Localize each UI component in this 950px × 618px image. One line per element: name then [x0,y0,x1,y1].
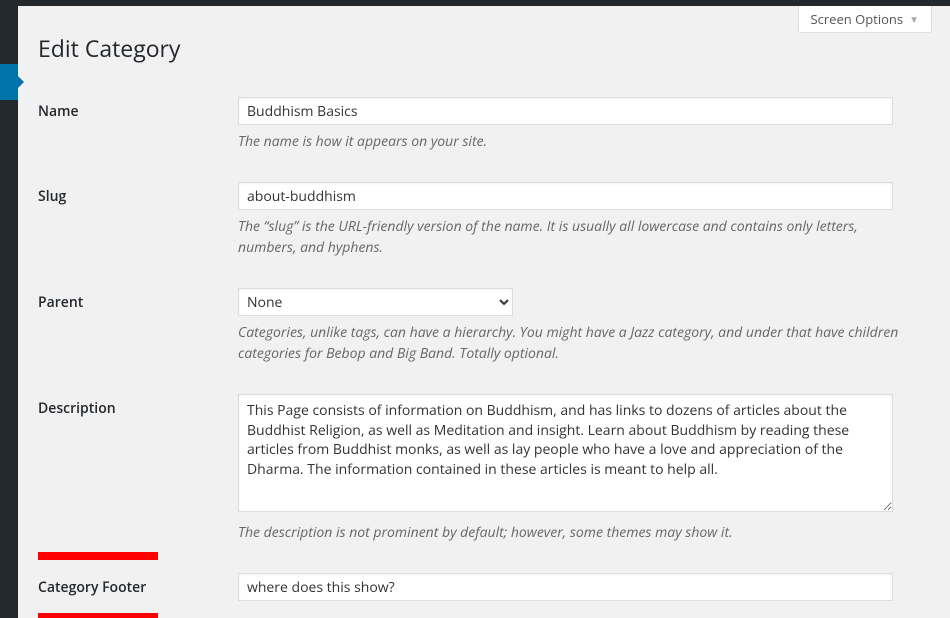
name-label: Name [38,82,238,167]
highlight-bar-bottom [38,613,158,618]
highlight-bar-top [38,552,158,560]
slug-input[interactable] [238,182,893,210]
parent-description: Categories, unlike tags, can have a hier… [238,322,918,364]
description-label: Description [38,379,238,558]
parent-label: Parent [38,273,238,379]
category-footer-input[interactable] [238,573,893,601]
category-footer-label-cell: Category Footer [38,558,238,617]
description-textarea[interactable] [238,394,893,512]
category-footer-label: Category Footer [38,578,146,597]
sidebar-arrow-icon [16,74,24,90]
chevron-down-icon: ▼ [909,12,919,26]
page-title: Edit Category [38,16,930,82]
edit-category-form: Name The name is how it appears on your … [38,82,930,617]
slug-description: The “slug” is the URL-friendly version o… [238,216,918,258]
screen-options-toggle[interactable]: Screen Options ▼ [798,6,933,33]
description-description: The description is not prominent by defa… [238,522,918,543]
name-input[interactable] [238,97,893,125]
slug-label: Slug [38,167,238,273]
name-description: The name is how it appears on your site. [238,131,918,152]
content-wrap: Screen Options ▼ Edit Category Name The … [18,6,950,618]
screen-options-label: Screen Options [811,10,904,28]
parent-select[interactable]: None [238,288,513,316]
